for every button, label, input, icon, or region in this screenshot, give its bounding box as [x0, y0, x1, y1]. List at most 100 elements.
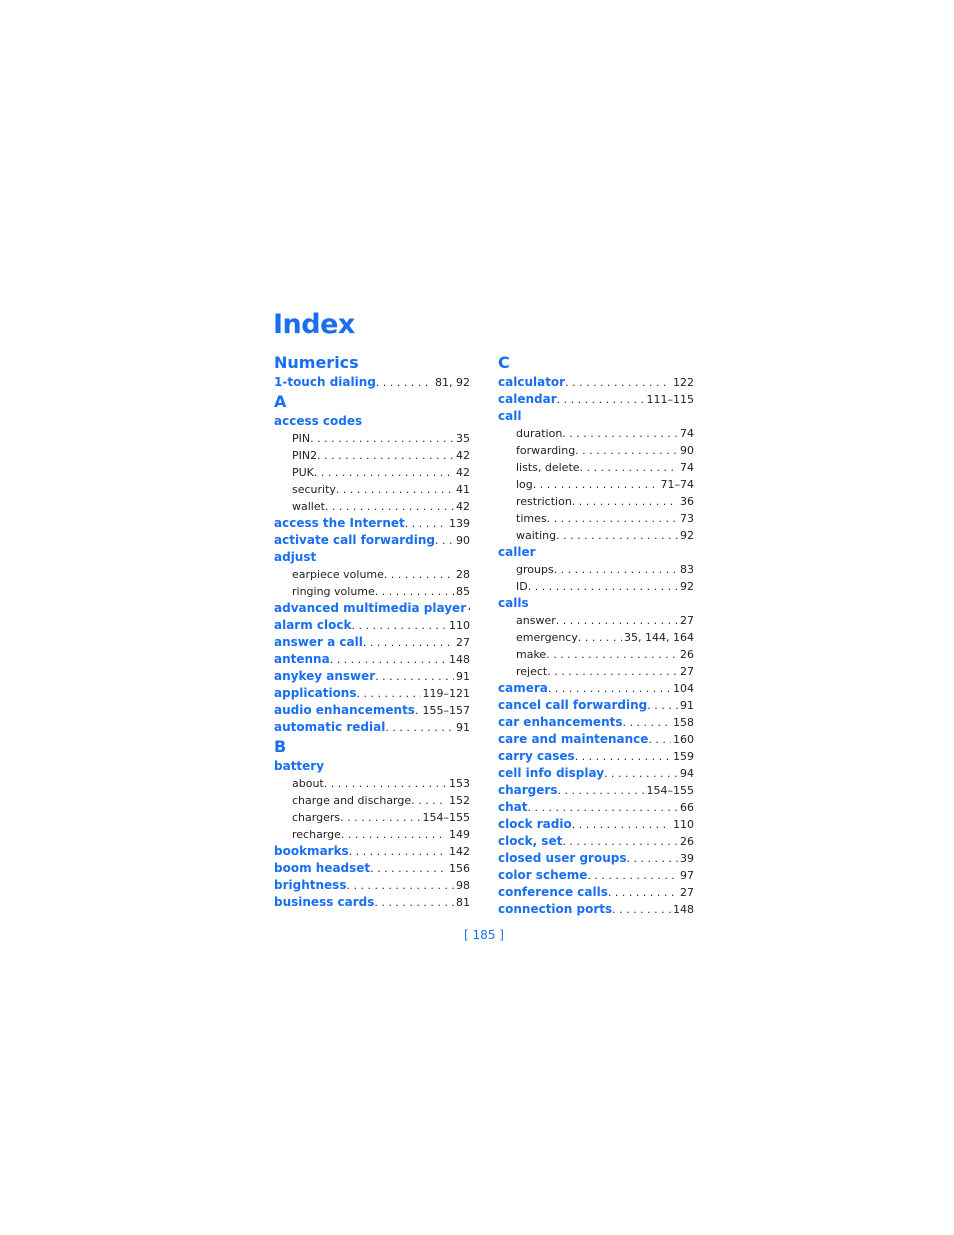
index-subentry: lists, delete 74	[498, 459, 694, 476]
dot-leader	[324, 775, 447, 792]
page-reference: 153	[449, 777, 470, 790]
index-entry: conference calls 27	[498, 884, 694, 901]
index-entry: calendar 111–115	[498, 391, 694, 408]
subentry-term: about	[292, 777, 324, 790]
index-entry: closed user groups 39	[498, 850, 694, 867]
entry-term: boom headset	[274, 861, 371, 875]
dot-leader	[648, 731, 671, 748]
index-subentry: chargers 154–155	[274, 809, 470, 826]
index-subentry: groups 83	[498, 561, 694, 578]
dot-leader	[330, 651, 447, 668]
subentry-term: times	[516, 512, 547, 525]
dot-leader	[325, 498, 454, 515]
subentry-term: chargers	[292, 811, 341, 824]
page-reference: 98	[456, 879, 470, 892]
subentry-term: security	[292, 483, 336, 496]
index-entry: brightness 98	[274, 877, 470, 894]
entry-term: brightness	[274, 878, 347, 892]
page-reference: 26	[680, 835, 694, 848]
entry-term: audio enhancements	[274, 703, 415, 717]
index-subentry: reject 27	[498, 663, 694, 680]
page-reference: 71–74	[660, 478, 695, 491]
subentry-term: charge and discharge	[292, 794, 412, 807]
index-entry: care and maintenance 160	[498, 731, 694, 748]
page-reference: 73	[680, 512, 694, 525]
index-subentry: PUK 42	[274, 464, 470, 481]
dot-leader	[375, 583, 454, 600]
index-entry: calls	[498, 595, 694, 612]
page-reference: 139	[449, 517, 470, 530]
dot-leader	[612, 901, 671, 918]
subentry-term: PIN2	[292, 449, 318, 462]
entry-term: access the Internet	[274, 516, 405, 530]
dot-leader	[375, 668, 454, 685]
entry-term: advanced multimedia player	[274, 601, 467, 615]
dot-leader	[384, 566, 454, 583]
entry-term: car enhancements	[498, 715, 623, 729]
index-subentry: ID 92	[498, 578, 694, 595]
page-reference: 39	[680, 852, 694, 865]
entry-term: carry cases	[498, 749, 575, 763]
index-entry: carry cases 159	[498, 748, 694, 765]
page-reference: 91	[456, 721, 470, 734]
index-entry: color scheme 97	[498, 867, 694, 884]
subentry-term: PIN	[292, 432, 311, 445]
page-reference: 42	[456, 466, 470, 479]
dot-leader	[604, 765, 678, 782]
index-subentry: emergency 35, 144, 164	[498, 629, 694, 646]
index-entry: anykey answer 91	[274, 668, 470, 685]
page-reference: 142	[449, 845, 470, 858]
index-entry: activate call forwarding 90	[274, 532, 470, 549]
index-column-right: Ccalculator 122 calendar 111–115 call duratio…	[498, 352, 694, 918]
page-reference: 91	[680, 699, 694, 712]
page-reference: 92	[680, 529, 694, 542]
dot-leader	[528, 799, 679, 816]
entry-term: adjust	[274, 550, 317, 564]
dot-leader	[363, 634, 454, 651]
index-entry: answer a call 27	[274, 634, 470, 651]
entry-term: automatic redial	[274, 720, 386, 734]
entry-term: battery	[274, 759, 325, 773]
page-reference: 94	[680, 767, 694, 780]
entry-term: clock, set	[498, 834, 563, 848]
index-entry: call	[498, 408, 694, 425]
index-entry: chargers 154–155	[498, 782, 694, 799]
entry-term: answer a call	[274, 635, 363, 649]
index-subentry: wallet 42	[274, 498, 470, 515]
entry-term: business cards	[274, 895, 375, 909]
entry-term: bookmarks	[274, 844, 349, 858]
dot-leader	[575, 442, 678, 459]
index-entry: clock, set 26	[498, 833, 694, 850]
subentry-term: emergency	[516, 631, 578, 644]
page-reference: 110	[449, 619, 470, 632]
dot-leader	[626, 850, 678, 867]
index-entry: caller	[498, 544, 694, 561]
page-reference: 27	[456, 636, 470, 649]
subentry-term: wallet	[292, 500, 325, 513]
entry-term: alarm clock	[274, 618, 352, 632]
dot-leader	[556, 527, 678, 544]
dot-leader	[647, 697, 678, 714]
index-entry: advanced multimedia player43	[274, 600, 470, 617]
index-subentry: PIN 35	[274, 430, 470, 447]
page-reference: 154–155	[646, 784, 695, 797]
page-reference: 83	[680, 563, 694, 576]
page-reference: 91	[456, 670, 470, 683]
subentry-term: make	[516, 648, 547, 661]
page-reference: 92	[680, 580, 694, 593]
subentry-term: restriction	[516, 495, 572, 508]
index-subentry: PIN2 42	[274, 447, 470, 464]
index-subentry: duration 74	[498, 425, 694, 442]
index-subentry: about 153	[274, 775, 470, 792]
page-reference: 97	[680, 869, 694, 882]
index-subentry: ringing volume 85	[274, 583, 470, 600]
page-reference: 148	[673, 903, 694, 916]
dot-leader	[411, 792, 447, 809]
section-heading: C	[498, 353, 510, 372]
index-entry: audio enhancements 155–157	[274, 702, 470, 719]
subentry-term: earpiece volume	[292, 568, 384, 581]
index-entry: access the Internet 139	[274, 515, 470, 532]
index-entry: calculator 122	[498, 374, 694, 391]
page-reference: 110	[673, 818, 694, 831]
entry-term: cancel call forwarding	[498, 698, 648, 712]
